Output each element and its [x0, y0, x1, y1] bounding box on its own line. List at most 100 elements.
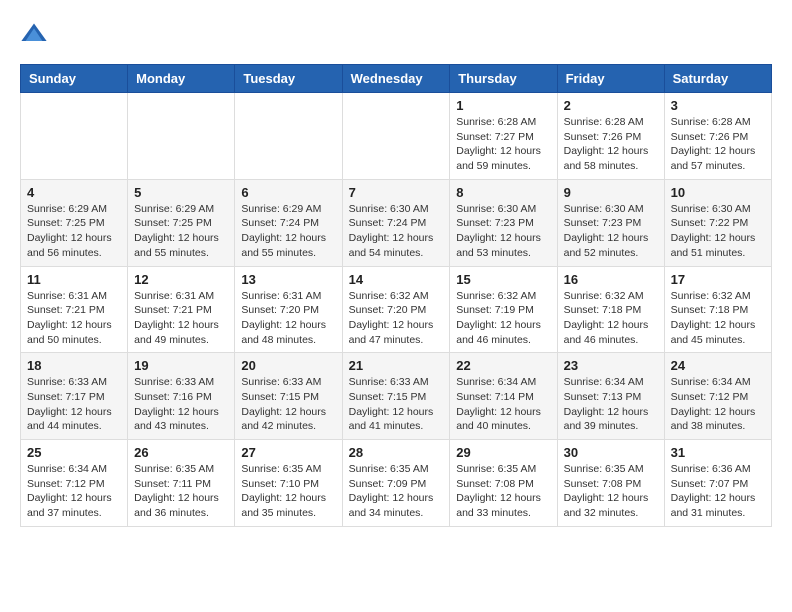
- day-info: Sunrise: 6:29 AM Sunset: 7:25 PM Dayligh…: [134, 202, 228, 261]
- calendar-cell: 1 Sunrise: 6:28 AM Sunset: 7:27 PM Daylig…: [450, 93, 557, 180]
- day-number: 14: [349, 272, 444, 287]
- day-info: Sunrise: 6:34 AM Sunset: 7:12 PM Dayligh…: [27, 462, 121, 521]
- calendar-cell: 29 Sunrise: 6:35 AM Sunset: 7:08 PM Dayli…: [450, 440, 557, 527]
- day-info: Sunrise: 6:34 AM Sunset: 7:12 PM Dayligh…: [671, 375, 765, 434]
- day-number: 29: [456, 445, 550, 460]
- week-row-1: 1 Sunrise: 6:28 AM Sunset: 7:27 PM Daylig…: [21, 93, 772, 180]
- day-number: 31: [671, 445, 765, 460]
- calendar-cell: 24 Sunrise: 6:34 AM Sunset: 7:12 PM Dayli…: [664, 353, 771, 440]
- week-row-2: 4Sunrise: 6:29 AM Sunset: 7:25 PM Daylig…: [21, 179, 772, 266]
- day-number: 5: [134, 185, 228, 200]
- calendar-cell: 30Sunrise: 6:35 AM Sunset: 7:08 PM Dayli…: [557, 440, 664, 527]
- day-info: Sunrise: 6:28 AM Sunset: 7:27 PM Dayligh…: [456, 115, 550, 174]
- calendar-cell: 4Sunrise: 6:29 AM Sunset: 7:25 PM Daylig…: [21, 179, 128, 266]
- header-day-sunday: Sunday: [21, 65, 128, 93]
- day-info: Sunrise: 6:34 AM Sunset: 7:13 PM Dayligh…: [564, 375, 658, 434]
- calendar-cell: 11 Sunrise: 6:31 AM Sunset: 7:21 PM Dayli…: [21, 266, 128, 353]
- day-number: 30: [564, 445, 658, 460]
- day-info: Sunrise: 6:29 AM Sunset: 7:25 PM Dayligh…: [27, 202, 121, 261]
- day-info: Sunrise: 6:33 AM Sunset: 7:15 PM Dayligh…: [349, 375, 444, 434]
- calendar-table: SundayMondayTuesdayWednesdayThursdayFrid…: [20, 64, 772, 527]
- calendar-cell: 20 Sunrise: 6:33 AM Sunset: 7:15 PM Dayli…: [235, 353, 342, 440]
- calendar-cell: 23 Sunrise: 6:34 AM Sunset: 7:13 PM Dayli…: [557, 353, 664, 440]
- day-number: 8: [456, 185, 550, 200]
- header-day-wednesday: Wednesday: [342, 65, 450, 93]
- calendar-cell: [21, 93, 128, 180]
- day-info: Sunrise: 6:33 AM Sunset: 7:15 PM Dayligh…: [241, 375, 335, 434]
- calendar-cell: 28Sunrise: 6:35 AM Sunset: 7:09 PM Dayli…: [342, 440, 450, 527]
- header: [20, 20, 772, 48]
- calendar-cell: 27 Sunrise: 6:35 AM Sunset: 7:10 PM Dayli…: [235, 440, 342, 527]
- header-day-friday: Friday: [557, 65, 664, 93]
- calendar-cell: 6 Sunrise: 6:29 AM Sunset: 7:24 PM Daylig…: [235, 179, 342, 266]
- day-info: Sunrise: 6:30 AM Sunset: 7:23 PM Dayligh…: [564, 202, 658, 261]
- day-number: 19: [134, 358, 228, 373]
- day-number: 1: [456, 98, 550, 113]
- day-number: 21: [349, 358, 444, 373]
- logo-icon: [20, 20, 48, 48]
- header-row: SundayMondayTuesdayWednesdayThursdayFrid…: [21, 65, 772, 93]
- calendar-header: SundayMondayTuesdayWednesdayThursdayFrid…: [21, 65, 772, 93]
- day-number: 25: [27, 445, 121, 460]
- day-number: 28: [349, 445, 444, 460]
- day-info: Sunrise: 6:34 AM Sunset: 7:14 PM Dayligh…: [456, 375, 550, 434]
- day-info: Sunrise: 6:32 AM Sunset: 7:18 PM Dayligh…: [564, 289, 658, 348]
- header-day-monday: Monday: [128, 65, 235, 93]
- calendar-cell: 18 Sunrise: 6:33 AM Sunset: 7:17 PM Dayli…: [21, 353, 128, 440]
- day-number: 7: [349, 185, 444, 200]
- calendar-cell: 31 Sunrise: 6:36 AM Sunset: 7:07 PM Dayli…: [664, 440, 771, 527]
- calendar-cell: 3 Sunrise: 6:28 AM Sunset: 7:26 PM Daylig…: [664, 93, 771, 180]
- day-number: 12: [134, 272, 228, 287]
- day-info: Sunrise: 6:31 AM Sunset: 7:21 PM Dayligh…: [134, 289, 228, 348]
- header-day-thursday: Thursday: [450, 65, 557, 93]
- day-number: 23: [564, 358, 658, 373]
- day-number: 3: [671, 98, 765, 113]
- day-info: Sunrise: 6:31 AM Sunset: 7:20 PM Dayligh…: [241, 289, 335, 348]
- day-info: Sunrise: 6:35 AM Sunset: 7:08 PM Dayligh…: [456, 462, 550, 521]
- calendar-cell: 10Sunrise: 6:30 AM Sunset: 7:22 PM Dayli…: [664, 179, 771, 266]
- day-info: Sunrise: 6:35 AM Sunset: 7:10 PM Dayligh…: [241, 462, 335, 521]
- calendar-cell: 25 Sunrise: 6:34 AM Sunset: 7:12 PM Dayli…: [21, 440, 128, 527]
- calendar-cell: 17Sunrise: 6:32 AM Sunset: 7:18 PM Dayli…: [664, 266, 771, 353]
- calendar-cell: 22 Sunrise: 6:34 AM Sunset: 7:14 PM Dayli…: [450, 353, 557, 440]
- day-info: Sunrise: 6:30 AM Sunset: 7:23 PM Dayligh…: [456, 202, 550, 261]
- calendar-cell: 14 Sunrise: 6:32 AM Sunset: 7:20 PM Dayli…: [342, 266, 450, 353]
- day-number: 16: [564, 272, 658, 287]
- day-info: Sunrise: 6:32 AM Sunset: 7:20 PM Dayligh…: [349, 289, 444, 348]
- calendar-cell: 7 Sunrise: 6:30 AM Sunset: 7:24 PM Daylig…: [342, 179, 450, 266]
- day-number: 24: [671, 358, 765, 373]
- week-row-3: 11 Sunrise: 6:31 AM Sunset: 7:21 PM Dayli…: [21, 266, 772, 353]
- calendar-cell: [342, 93, 450, 180]
- day-info: Sunrise: 6:33 AM Sunset: 7:16 PM Dayligh…: [134, 375, 228, 434]
- day-info: Sunrise: 6:36 AM Sunset: 7:07 PM Dayligh…: [671, 462, 765, 521]
- day-info: Sunrise: 6:30 AM Sunset: 7:24 PM Dayligh…: [349, 202, 444, 261]
- day-number: 20: [241, 358, 335, 373]
- day-info: Sunrise: 6:30 AM Sunset: 7:22 PM Dayligh…: [671, 202, 765, 261]
- day-info: Sunrise: 6:28 AM Sunset: 7:26 PM Dayligh…: [671, 115, 765, 174]
- calendar-cell: 16 Sunrise: 6:32 AM Sunset: 7:18 PM Dayli…: [557, 266, 664, 353]
- calendar-cell: 5 Sunrise: 6:29 AM Sunset: 7:25 PM Daylig…: [128, 179, 235, 266]
- day-number: 2: [564, 98, 658, 113]
- day-number: 18: [27, 358, 121, 373]
- calendar-cell: 15 Sunrise: 6:32 AM Sunset: 7:19 PM Dayli…: [450, 266, 557, 353]
- day-info: Sunrise: 6:33 AM Sunset: 7:17 PM Dayligh…: [27, 375, 121, 434]
- day-number: 9: [564, 185, 658, 200]
- day-number: 22: [456, 358, 550, 373]
- day-number: 15: [456, 272, 550, 287]
- day-info: Sunrise: 6:28 AM Sunset: 7:26 PM Dayligh…: [564, 115, 658, 174]
- day-info: Sunrise: 6:29 AM Sunset: 7:24 PM Dayligh…: [241, 202, 335, 261]
- day-info: Sunrise: 6:31 AM Sunset: 7:21 PM Dayligh…: [27, 289, 121, 348]
- day-number: 11: [27, 272, 121, 287]
- day-number: 17: [671, 272, 765, 287]
- day-number: 6: [241, 185, 335, 200]
- week-row-5: 25 Sunrise: 6:34 AM Sunset: 7:12 PM Dayli…: [21, 440, 772, 527]
- calendar-cell: [235, 93, 342, 180]
- calendar-cell: 13Sunrise: 6:31 AM Sunset: 7:20 PM Dayli…: [235, 266, 342, 353]
- day-number: 26: [134, 445, 228, 460]
- calendar-body: 1 Sunrise: 6:28 AM Sunset: 7:27 PM Daylig…: [21, 93, 772, 527]
- header-day-saturday: Saturday: [664, 65, 771, 93]
- week-row-4: 18 Sunrise: 6:33 AM Sunset: 7:17 PM Dayli…: [21, 353, 772, 440]
- day-number: 27: [241, 445, 335, 460]
- day-info: Sunrise: 6:35 AM Sunset: 7:11 PM Dayligh…: [134, 462, 228, 521]
- day-info: Sunrise: 6:32 AM Sunset: 7:19 PM Dayligh…: [456, 289, 550, 348]
